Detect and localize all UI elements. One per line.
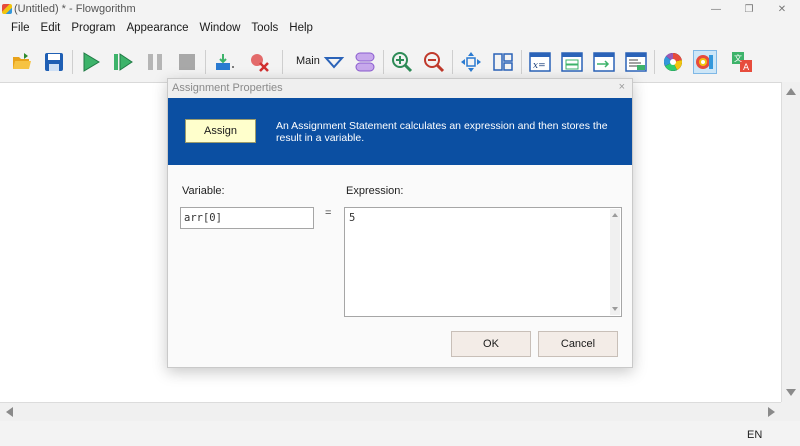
vertical-scrollbar[interactable] <box>781 82 800 402</box>
dialog-title-bar: Assignment Properties × <box>168 79 632 98</box>
variable-label: Variable: <box>182 185 225 197</box>
scroll-corner <box>781 402 800 421</box>
zoom-in-icon[interactable] <box>390 50 414 74</box>
variable-input[interactable]: arr[0] <box>180 207 314 229</box>
restore-button[interactable]: ❐ <box>733 0 765 18</box>
step-icon[interactable] <box>111 50 135 74</box>
menu-file[interactable]: File <box>6 22 35 34</box>
dialog-close-button[interactable]: × <box>619 81 625 93</box>
toolbar-separator <box>282 50 283 74</box>
scroll-left-icon[interactable] <box>6 407 13 417</box>
breakpoint-icon[interactable] <box>212 50 236 74</box>
open-folder-icon[interactable] <box>10 50 34 74</box>
assignment-properties-dialog: Assignment Properties × Assign An Assign… <box>167 78 633 368</box>
expression-text[interactable]: 5 <box>349 212 355 224</box>
scroll-right-icon[interactable] <box>768 407 775 417</box>
toolbar-separator <box>521 50 522 74</box>
save-icon[interactable] <box>42 50 66 74</box>
function-manager-icon[interactable] <box>353 50 377 74</box>
toolbar-separator <box>452 50 453 74</box>
zoom-out-icon[interactable] <box>422 50 446 74</box>
scroll-up-icon[interactable] <box>786 88 796 95</box>
window-title: (Untitled) * - Flowgorithm <box>14 3 136 15</box>
pause-icon[interactable] <box>143 50 167 74</box>
svg-text:文: 文 <box>734 53 742 63</box>
translate-icon[interactable]: 文A <box>730 50 754 74</box>
expression-label: Expression: <box>346 185 404 197</box>
output-icon[interactable] <box>592 50 616 74</box>
expression-scrollbar[interactable] <box>610 209 620 315</box>
menu-program[interactable]: Program <box>66 22 120 34</box>
svg-text:A: A <box>743 63 750 73</box>
title-bar: (Untitled) * - Flowgorithm — ❐ ✕ <box>0 0 800 18</box>
color-wheel-icon[interactable] <box>661 50 685 74</box>
close-button[interactable]: ✕ <box>766 0 798 18</box>
scroll-up-icon[interactable] <box>612 213 618 217</box>
toolbar-separator <box>205 50 206 74</box>
dialog-description: An Assignment Statement calculates an ex… <box>276 120 608 144</box>
toolbar-separator <box>383 50 384 74</box>
status-bar: EN <box>0 421 800 446</box>
clear-breakpoints-icon[interactable] <box>247 50 271 74</box>
expression-textarea[interactable]: 5 <box>344 207 622 317</box>
variable-watch-icon[interactable]: x= <box>528 50 552 74</box>
horizontal-scrollbar[interactable] <box>0 402 781 421</box>
menu-tools[interactable]: Tools <box>246 22 283 34</box>
ok-button[interactable]: OK <box>451 331 531 357</box>
toolbar-separator <box>654 50 655 74</box>
assign-shape-preview: Assign <box>185 119 256 143</box>
menu-help[interactable]: Help <box>284 22 318 34</box>
run-icon[interactable] <box>79 50 103 74</box>
scroll-down-icon[interactable] <box>612 307 618 311</box>
toolbar-separator <box>72 50 73 74</box>
layout-icon[interactable] <box>491 50 515 74</box>
toolbar: Main x= 文A <box>0 42 800 82</box>
console-icon[interactable] <box>560 50 584 74</box>
minimize-button[interactable]: — <box>700 0 732 18</box>
stop-icon[interactable] <box>175 50 199 74</box>
language-indicator[interactable]: EN <box>747 429 762 441</box>
function-selector-label[interactable]: Main <box>296 55 320 67</box>
dialog-title: Assignment Properties <box>172 82 283 94</box>
source-code-icon[interactable] <box>624 50 648 74</box>
svg-text:x=: x= <box>533 61 546 71</box>
equals-sign: = <box>325 207 332 219</box>
menu-edit[interactable]: Edit <box>36 22 66 34</box>
move-icon[interactable] <box>459 50 483 74</box>
function-dropdown-icon[interactable] <box>322 50 346 74</box>
menu-bar: File Edit Program Appearance Window Tool… <box>0 18 800 38</box>
scroll-down-icon[interactable] <box>786 389 796 396</box>
dialog-banner: Assign An Assignment Statement calculate… <box>168 98 632 165</box>
style-icon[interactable] <box>693 50 717 74</box>
cancel-button[interactable]: Cancel <box>538 331 618 357</box>
menu-appearance[interactable]: Appearance <box>121 22 193 34</box>
menu-window[interactable]: Window <box>195 22 246 34</box>
flowgorithm-logo-icon <box>2 4 12 14</box>
